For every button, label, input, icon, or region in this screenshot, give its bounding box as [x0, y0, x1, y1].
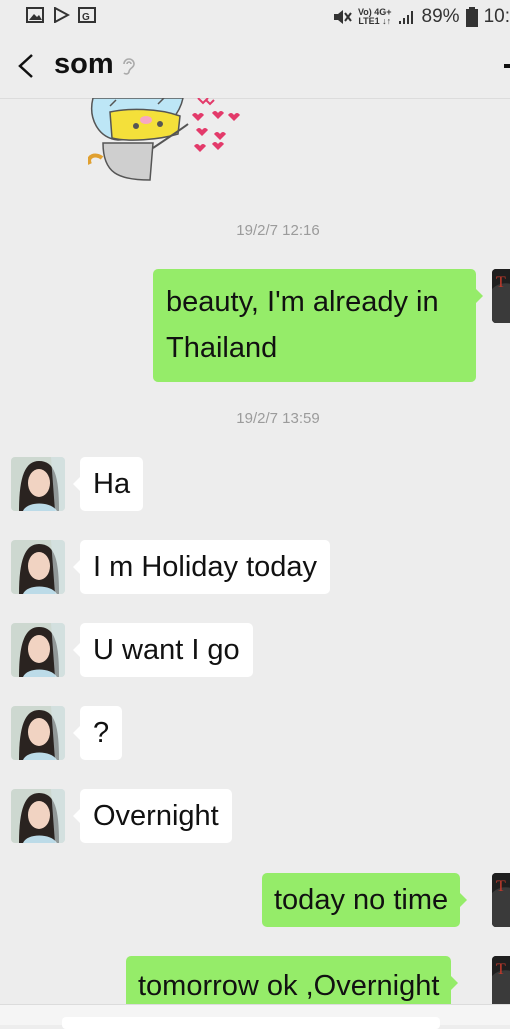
incoming-message-bubble[interactable]: U want I go: [73, 623, 253, 677]
contact-name[interactable]: som: [54, 48, 114, 81]
message-text-line: beauty, I'm already in: [166, 286, 439, 318]
message-timestamp: 19/2/7 13:59: [236, 410, 320, 427]
status-bar: G Vo) 4G+ LTE1 ↓↑ 89% 10:: [0, 0, 510, 34]
incoming-message-bubble[interactable]: ?: [72, 706, 123, 760]
network-label-bottom: LTE1 ↓↑: [358, 16, 392, 26]
my-avatar[interactable]: T: [492, 269, 510, 323]
play-store-icon: [54, 7, 70, 23]
gallery-icon: [26, 7, 44, 23]
message-list: 19/2/7 12:16 beauty, I'm already in Thai…: [0, 98, 510, 1004]
message-text: Ha: [93, 468, 131, 500]
my-avatar[interactable]: T: [492, 873, 510, 927]
my-avatar[interactable]: T: [492, 956, 510, 1004]
message-input[interactable]: [62, 1017, 440, 1029]
battery-icon: [465, 7, 478, 27]
cat-sticker[interactable]: [88, 98, 248, 182]
outgoing-message-bubble[interactable]: tomorrow ok ,Overnight: [126, 956, 459, 1004]
svg-text:T: T: [496, 274, 506, 291]
message-text: tomorrow ok ,Overnight: [138, 970, 440, 1002]
message-text: I m Holiday today: [93, 551, 318, 583]
incoming-message-bubble[interactable]: Ha: [72, 457, 144, 511]
ear-muted-icon: [123, 58, 135, 75]
incoming-message-bubble[interactable]: Overnight: [73, 789, 232, 843]
chevron-left-icon[interactable]: [14, 52, 38, 80]
mute-volume-icon: [333, 10, 352, 24]
message-text: today no time: [274, 884, 449, 916]
message-timestamp: 19/2/7 12:16: [236, 222, 320, 239]
svg-text:T: T: [496, 961, 506, 978]
svg-text:T: T: [496, 878, 506, 895]
outgoing-message-bubble[interactable]: today no time: [262, 873, 468, 927]
outgoing-message-bubble[interactable]: beauty, I'm already in Thailand: [153, 269, 483, 382]
message-text-line: Thailand: [166, 332, 278, 364]
chat-header: som: [0, 34, 510, 99]
network-indicator: Vo) 4G+ LTE1 ↓↑: [358, 8, 392, 26]
input-bar: [0, 1004, 510, 1029]
svg-text:G: G: [82, 12, 90, 23]
contact-avatar[interactable]: [11, 623, 65, 677]
contact-avatar[interactable]: [11, 706, 65, 760]
message-text: U want I go: [93, 634, 240, 666]
clock: 10:: [483, 6, 510, 27]
contact-avatar[interactable]: [11, 540, 65, 594]
incoming-message-bubble[interactable]: I m Holiday today: [72, 540, 331, 594]
battery-percent: 89%: [421, 6, 460, 27]
maps-icon: G: [78, 7, 96, 23]
message-text: Overnight: [93, 800, 219, 832]
contact-avatar[interactable]: [11, 789, 65, 843]
more-icon[interactable]: [504, 64, 510, 68]
signal-icon: [398, 11, 413, 24]
contact-avatar[interactable]: [11, 457, 65, 511]
message-text: ?: [93, 717, 110, 749]
